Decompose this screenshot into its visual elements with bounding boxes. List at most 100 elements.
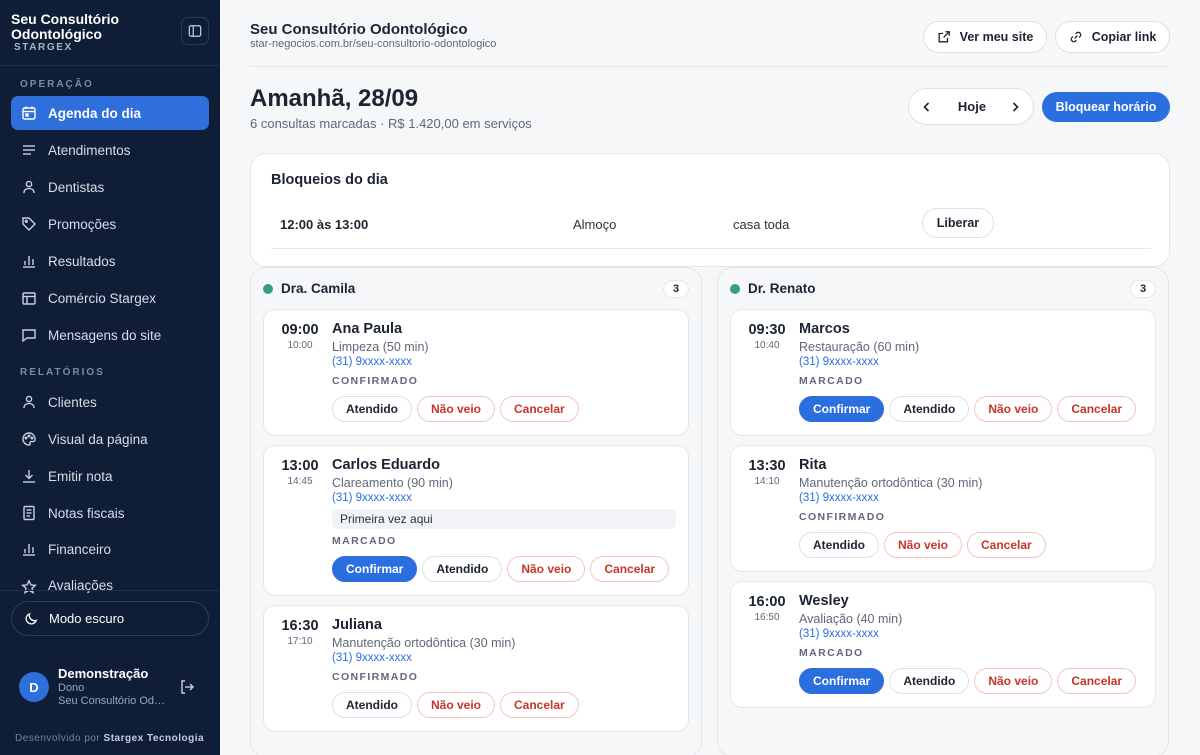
sidebar-toggle-button[interactable]: [181, 17, 209, 45]
copy-link-label: Copiar link: [1091, 30, 1157, 44]
cancel-button[interactable]: Cancelar: [967, 532, 1046, 558]
doctor-name: Dra. Camila: [281, 281, 356, 296]
today-button[interactable]: Hoje: [949, 99, 995, 114]
next-day-button[interactable]: [1006, 98, 1024, 116]
attended-button[interactable]: Atendido: [889, 396, 970, 422]
sidebar-item-label: Visual da página: [48, 431, 148, 447]
patient-name: Ana Paula: [332, 321, 403, 337]
cancel-button[interactable]: Cancelar: [500, 692, 579, 718]
appointment-count-badge: 3: [663, 280, 689, 298]
appointment-actions: Confirmar Atendido Não veio Cancelar: [799, 396, 1137, 422]
sidebar-item-dentistas[interactable]: Dentistas: [11, 170, 209, 204]
patient-phone[interactable]: (31) 9xxxx-xxxx: [332, 652, 412, 664]
no-show-button[interactable]: Não veio: [884, 532, 963, 558]
attended-button[interactable]: Atendido: [332, 692, 412, 718]
confirm-button[interactable]: Confirmar: [799, 668, 885, 694]
status-label: CONFIRMADO: [332, 375, 419, 387]
patient-name: Wesley: [799, 593, 849, 609]
start-time: 13:00: [281, 458, 319, 474]
service: Clareamento (90 min): [332, 476, 453, 490]
sidebar-item-emitir-nota[interactable]: Emitir nota: [11, 459, 209, 493]
release-button[interactable]: Liberar: [922, 208, 994, 238]
sidebar-item-label: Dentistas: [48, 179, 105, 195]
appointment-card[interactable]: 09:00 10:00 Ana Paula Limpeza (50 min) (…: [263, 309, 689, 436]
appointment-card[interactable]: 16:00 16:50 Wesley Avaliação (40 min) (3…: [730, 581, 1156, 708]
appointment-actions: Atendido Não veio Cancelar: [799, 532, 1046, 558]
sidebar-item-financeiro[interactable]: Financeiro: [11, 532, 209, 566]
patient-name: Juliana: [332, 617, 382, 633]
chevron-right-icon: [1012, 102, 1019, 112]
sidebar-item-agenda[interactable]: Agenda do dia: [11, 96, 209, 130]
status-dot: [263, 284, 273, 294]
patient-name: Marcos: [799, 321, 850, 337]
header-divider: [250, 66, 1170, 67]
avatar: D: [19, 672, 49, 702]
sidebar-item-label: Financeiro: [48, 541, 112, 557]
patient-phone[interactable]: (31) 9xxxx-xxxx: [332, 492, 412, 504]
download-icon: [20, 467, 38, 485]
sidebar-item-label: Resultados: [48, 253, 116, 269]
dark-mode-label: Modo escuro: [49, 611, 125, 626]
external-link-icon: [938, 31, 950, 43]
sidebar-item-visual[interactable]: Visual da página: [11, 422, 209, 456]
cancel-button[interactable]: Cancelar: [1057, 396, 1137, 422]
appointment-card[interactable]: 16:30 17:10 Juliana Manutenção ortodônti…: [263, 605, 689, 732]
appointment-actions: Confirmar Atendido Não veio Cancelar: [799, 668, 1137, 694]
confirm-button[interactable]: Confirmar: [332, 556, 418, 582]
confirm-button[interactable]: Confirmar: [799, 396, 885, 422]
view-site-button[interactable]: Ver meu site: [923, 21, 1047, 53]
brand: Seu Consultório Odontológico STARGEX: [11, 12, 171, 54]
credit-prefix: Desenvolvido por: [15, 733, 101, 744]
sidebar-item-clientes[interactable]: Clientes: [11, 385, 209, 419]
appointment-card[interactable]: 09:30 10:40 Marcos Restauração (60 min) …: [730, 309, 1156, 436]
patient-name: Rita: [799, 457, 827, 473]
sidebar-item-resultados[interactable]: Resultados: [11, 244, 209, 278]
block-reason: Almoço: [573, 217, 617, 232]
appointment-card[interactable]: 13:30 14:10 Rita Manutenção ortodôntica …: [730, 445, 1156, 572]
no-show-button[interactable]: Não veio: [974, 396, 1053, 422]
sidebar-item-label: Emitir nota: [48, 468, 113, 484]
attended-button[interactable]: Atendido: [889, 668, 970, 694]
no-show-button[interactable]: Não veio: [507, 556, 586, 582]
cancel-button[interactable]: Cancelar: [500, 396, 579, 422]
attended-button[interactable]: Atendido: [332, 396, 412, 422]
site-url: star-negocios.com.br/seu-consultorio-odo…: [250, 38, 497, 50]
attended-button[interactable]: Atendido: [799, 532, 879, 558]
main-content: Seu Consultório Odontológico star-negoci…: [220, 0, 1200, 755]
patient-phone[interactable]: (31) 9xxxx-xxxx: [332, 356, 412, 368]
no-show-button[interactable]: Não veio: [417, 396, 496, 422]
patient-phone[interactable]: (31) 9xxxx-xxxx: [799, 628, 879, 640]
appointment-count-badge: 3: [1130, 280, 1156, 298]
site-title: Seu Consultório Odontológico: [250, 21, 468, 38]
link-icon: [1070, 31, 1081, 43]
status-label: MARCADO: [332, 535, 397, 547]
cancel-button[interactable]: Cancelar: [1057, 668, 1137, 694]
sidebar-item-label: Agenda do dia: [48, 105, 142, 121]
sidebar-toggle-icon: [188, 25, 202, 37]
copy-link-button[interactable]: Copiar link: [1055, 21, 1170, 53]
sidebar-item-promocoes[interactable]: Promoções: [11, 207, 209, 241]
patient-phone[interactable]: (31) 9xxxx-xxxx: [799, 492, 879, 504]
start-time: 09:30: [748, 322, 786, 338]
cancel-button[interactable]: Cancelar: [590, 556, 670, 582]
sidebar-item-atendimentos[interactable]: Atendimentos: [11, 133, 209, 167]
no-show-button[interactable]: Não veio: [417, 692, 496, 718]
previous-day-button[interactable]: [918, 98, 936, 116]
sidebar-item-label: Clientes: [48, 394, 97, 410]
appointment-card[interactable]: 13:00 14:45 Carlos Eduardo Clareamento (…: [263, 445, 689, 596]
end-time: 10:00: [287, 340, 313, 351]
sidebar-item-avaliacoes[interactable]: Avaliações: [11, 569, 209, 595]
patient-phone[interactable]: (31) 9xxxx-xxxx: [799, 356, 879, 368]
sidebar-item-mensagens[interactable]: Mensagens do site: [11, 318, 209, 352]
attended-button[interactable]: Atendido: [422, 556, 503, 582]
sidebar-item-notas-fiscais[interactable]: Notas fiscais: [11, 496, 209, 530]
end-time: 14:45: [287, 476, 313, 487]
doctor-column: Dr. Renato 3 09:30 10:40 Marcos Restaura…: [717, 267, 1169, 755]
logout-icon[interactable]: [179, 679, 195, 695]
bar-chart-icon: [20, 252, 38, 270]
credit-text: Desenvolvido por Stargex Tecnologia: [15, 733, 204, 744]
block-time-button[interactable]: Bloquear horário: [1042, 92, 1170, 122]
sidebar-item-comercio[interactable]: Comércio Stargex: [11, 281, 209, 315]
dark-mode-toggle[interactable]: Modo escuro: [11, 601, 209, 636]
no-show-button[interactable]: Não veio: [974, 668, 1053, 694]
